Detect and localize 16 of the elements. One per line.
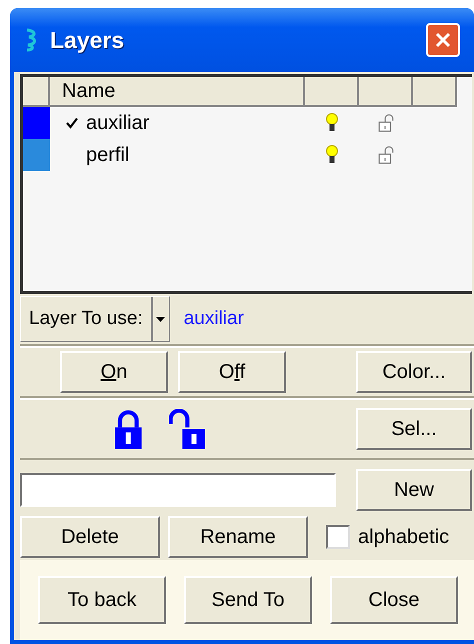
new-button[interactable]: New — [356, 469, 472, 511]
action-button[interactable]: Delete — [20, 516, 160, 558]
select-button[interactable]: Sel... — [356, 408, 472, 450]
layer-item[interactable]: auxiliar — [66, 112, 150, 134]
footer-button[interactable]: To back — [38, 576, 166, 624]
action-button[interactable]: Rename — [168, 516, 308, 558]
column-header[interactable]: Name — [50, 77, 305, 107]
footer-button[interactable]: Close — [330, 576, 458, 624]
toggle-button[interactable]: Off — [178, 351, 286, 393]
toggle-button[interactable]: On — [60, 351, 168, 393]
current-layer: auxiliar — [184, 308, 244, 330]
color-button[interactable]: Color... — [356, 351, 472, 393]
layer-item[interactable]: perfil — [66, 144, 130, 166]
checkbox-label: alphabetic — [358, 526, 450, 548]
footer-button[interactable]: Send To — [184, 576, 312, 624]
window-title: Layers — [50, 26, 124, 54]
